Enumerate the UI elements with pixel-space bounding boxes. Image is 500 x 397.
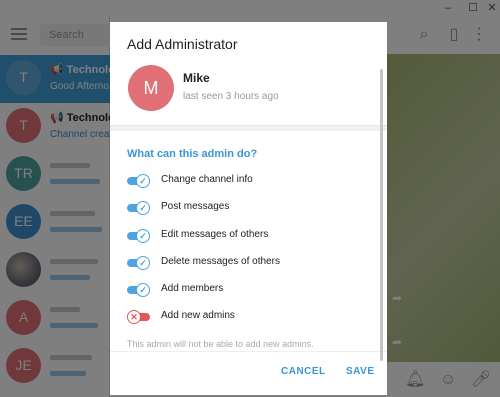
add-administrator-dialog: Add Administrator M Mike last seen 3 hou… [110, 22, 387, 395]
checkmark-icon: ✓ [136, 201, 150, 215]
toggle-switch[interactable]: ✕ [127, 310, 150, 324]
permission-label: Add new admins [161, 310, 235, 321]
toggle-switch[interactable]: ✓ [127, 174, 150, 188]
permission-note: This admin will not be able to add new a… [127, 339, 314, 349]
permission-post-messages[interactable]: ✓ Post messages [127, 200, 367, 216]
cross-icon: ✕ [127, 310, 141, 324]
toggle-switch[interactable]: ✓ [127, 283, 150, 297]
avatar: M [128, 65, 174, 111]
checkmark-icon: ✓ [136, 283, 150, 297]
user-name: Mike [183, 71, 210, 85]
checkmark-icon: ✓ [136, 229, 150, 243]
toggle-switch[interactable]: ✓ [127, 229, 150, 243]
dialog-title: Add Administrator [127, 36, 238, 52]
footer-divider [110, 351, 387, 352]
user-last-seen: last seen 3 hours ago [183, 91, 279, 102]
toggle-switch[interactable]: ✓ [127, 201, 150, 215]
permission-label: Change channel info [161, 174, 253, 185]
section-divider [110, 125, 387, 131]
permission-add-new-admins[interactable]: ✕ Add new admins [127, 309, 367, 325]
permissions-heading: What can this admin do? [127, 148, 258, 160]
cancel-button[interactable]: CANCEL [281, 366, 326, 377]
permission-delete-messages[interactable]: ✓ Delete messages of others [127, 255, 367, 271]
checkmark-icon: ✓ [136, 174, 150, 188]
scrollbar[interactable] [380, 69, 383, 361]
permission-label: Delete messages of others [161, 256, 280, 267]
permission-change-channel-info[interactable]: ✓ Change channel info [127, 173, 367, 189]
save-button[interactable]: SAVE [346, 366, 375, 377]
toggle-switch[interactable]: ✓ [127, 256, 150, 270]
permission-label: Edit messages of others [161, 229, 269, 240]
permission-label: Add members [161, 283, 224, 294]
permission-label: Post messages [161, 201, 230, 212]
permission-edit-messages[interactable]: ✓ Edit messages of others [127, 228, 367, 244]
permission-add-members[interactable]: ✓ Add members [127, 282, 367, 298]
checkmark-icon: ✓ [136, 256, 150, 270]
